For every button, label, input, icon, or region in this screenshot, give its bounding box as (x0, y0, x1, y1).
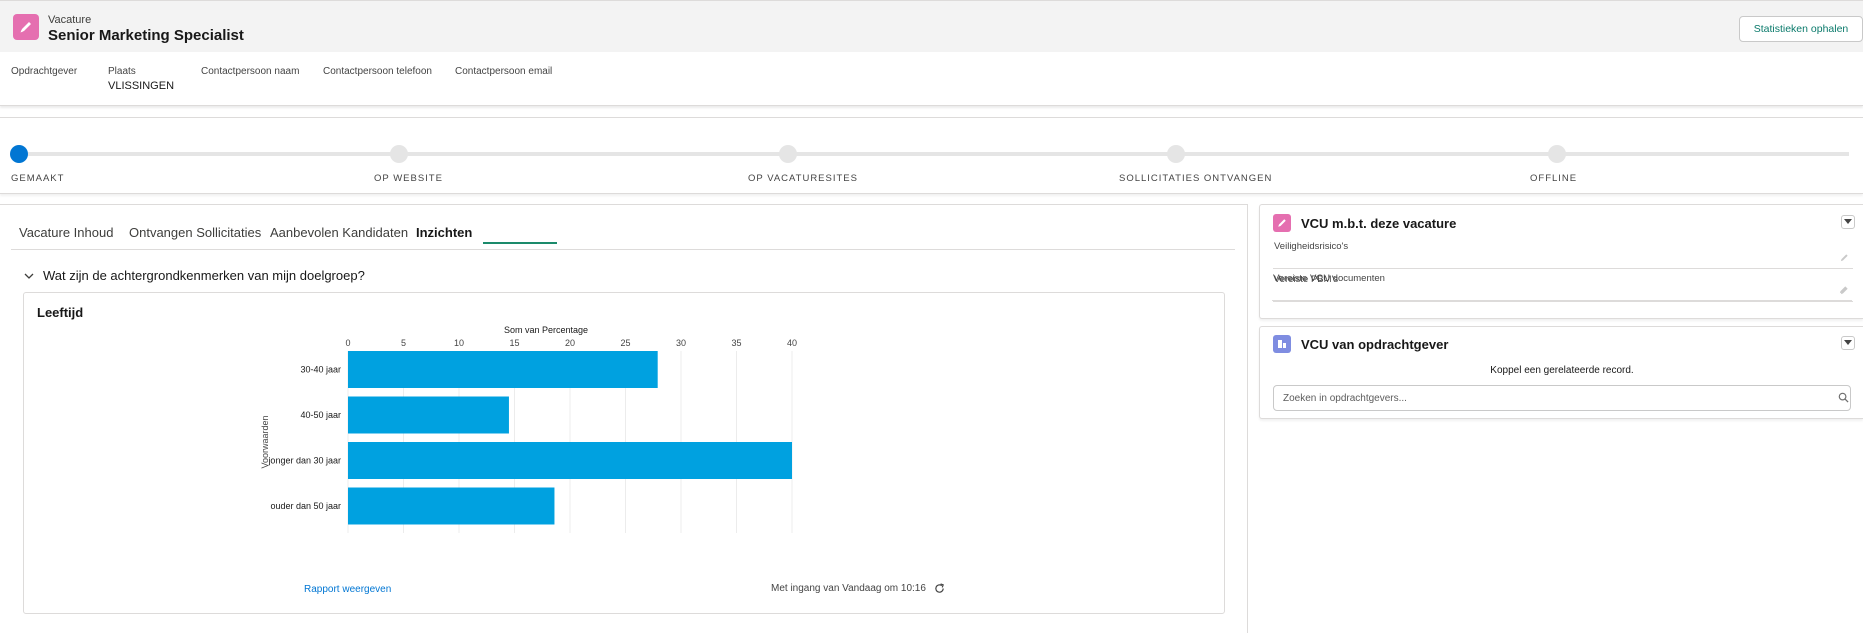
x-tick-label: 30 (676, 338, 686, 348)
highlights-panel: Opdrachtgever Plaats VLISSINGEN Contactp… (0, 52, 1863, 106)
tab-vacature-inhoud[interactable]: Vacature Inhoud (19, 225, 113, 240)
vcu-opdrachtgever-card: VCU van opdrachtgever Koppel een gerelat… (1259, 326, 1863, 419)
as-of-text: Met ingang van Vandaag om 10:16 (771, 583, 926, 594)
x-tick-label: 15 (509, 338, 519, 348)
refresh-icon[interactable] (934, 583, 945, 594)
section-toggle[interactable]: Wat zijn de achtergrondkenmerken van mij… (24, 268, 365, 283)
as-of-timestamp: Met ingang van Vandaag om 10:16 (771, 583, 945, 594)
stats-button[interactable]: Statistieken ophalen (1739, 16, 1863, 42)
active-tab-indicator (483, 242, 557, 244)
path-label-gemaakt: GEMAAKT (11, 173, 65, 184)
record-title: Senior Marketing Specialist (48, 27, 244, 44)
path-label-op-vacaturesites: OP VACATURESITES (748, 173, 858, 184)
bar-chart: Som van Percentage 0 5 10 15 20 25 30 35 40 30-40 … (260, 325, 797, 533)
highlight-label: Contactpersoon email (455, 66, 553, 77)
tab-ontvangen-sollicitaties[interactable]: Ontvangen Sollicitaties (129, 225, 261, 240)
path-label-sollicitaties-ontvangen: SOLLICITATIES ONTVANGEN (1119, 173, 1273, 184)
vcu-vacature-card: VCU m.b.t. deze vacature Veiligheidsrisi… (1259, 204, 1863, 319)
highlight-contact-email: Contactpersoon email (455, 66, 552, 80)
card-menu-button[interactable] (1841, 215, 1855, 229)
record-header: Vacature Senior Marketing Specialist Sta… (0, 0, 1863, 52)
x-tick-label: 35 (731, 338, 741, 348)
edit-pencil-icon[interactable] (1839, 285, 1848, 294)
x-tick-label: 10 (454, 338, 464, 348)
path-stage-offline[interactable] (1548, 145, 1566, 163)
category-label: 30-40 jaar (300, 365, 341, 375)
section-title: Wat zijn de achtergrondkenmerken van mij… (43, 268, 365, 283)
tab-aanbevolen-kandidaten[interactable]: Aanbevolen Kandidaten (270, 225, 408, 240)
highlight-label: Plaats (108, 66, 136, 77)
edit-pencil-icon[interactable] (1840, 253, 1849, 262)
field-label: Vereiste VCU documenten (1273, 273, 1385, 284)
chevron-down-icon (1844, 340, 1852, 345)
report-link[interactable]: Rapport weergeven (304, 584, 391, 595)
empty-state-text: Koppel een gerelateerde record. (1490, 365, 1634, 376)
highlight-value: VLISSINGEN (108, 80, 175, 92)
card-title: VCU van opdrachtgever (1301, 337, 1449, 352)
field-veiligheidsrisicos: Veiligheidsrisico's (1273, 237, 1853, 269)
category-label: 40-50 jaar (300, 410, 341, 420)
highlight-contact-name: Contactpersoon naam (201, 66, 299, 80)
x-axis-label: Som van Percentage (504, 325, 588, 335)
pencil-icon (1273, 214, 1291, 232)
path-label-offline: OFFLINE (1530, 173, 1578, 184)
x-tick-label: 25 (620, 338, 630, 348)
card-menu-button[interactable] (1841, 336, 1855, 350)
highlight-contact-phone: Contactpersoon telefoon (323, 66, 432, 80)
field-label: Veiligheidsrisico's (1274, 241, 1349, 252)
path-progress: GEMAAKT OP WEBSITE OP VACATURESITES SOLL… (0, 117, 1863, 194)
highlight-opdrachtgever: Opdrachtgever (11, 66, 77, 80)
building-icon (1273, 335, 1291, 353)
bar (348, 442, 792, 479)
x-tick-label: 20 (565, 338, 575, 348)
highlight-plaats: Plaats VLISSINGEN (108, 66, 174, 92)
path-stage-sollicitaties-ontvangen[interactable] (1167, 145, 1185, 163)
highlight-label: Contactpersoon telefoon (323, 66, 432, 77)
x-tick-label: 40 (787, 338, 797, 348)
path-stage-op-website[interactable] (390, 145, 408, 163)
search-icon (1838, 392, 1849, 403)
card-title: VCU m.b.t. deze vacature (1301, 216, 1457, 231)
category-label: ouder dan 50 jaar (270, 501, 341, 511)
y-axis-label: Voorwaarden (260, 415, 270, 468)
highlight-label: Opdrachtgever (11, 66, 78, 77)
tab-inzichten[interactable]: Inzichten (416, 225, 472, 240)
path-label-op-website: OP WEBSITE (374, 173, 443, 184)
bar (348, 396, 509, 434)
highlight-label: Contactpersoon naam (201, 66, 300, 77)
path-track (22, 152, 1849, 156)
field-vereiste-vcu-documenten-row: Vereiste VCU documenten (1272, 269, 1852, 301)
x-tick-label: 5 (401, 338, 406, 348)
tab-bar: Vacature Inhoud Ontvangen Sollicitaties … (11, 219, 1235, 250)
pencil-icon (13, 14, 39, 40)
opdrachtgever-search-input[interactable] (1273, 385, 1851, 411)
main-tabset-card: Vacature Inhoud Ontvangen Sollicitaties … (0, 204, 1248, 633)
object-type-label: Vacature (48, 14, 92, 26)
chart-card: Leeftijd Som van Percentage 0 5 10 15 20 25 30 3… (23, 292, 1225, 614)
chevron-down-icon (1844, 219, 1852, 224)
path-stage-gemaakt[interactable] (10, 145, 28, 163)
bar (348, 487, 555, 525)
bar (348, 351, 658, 388)
chevron-down-icon (24, 273, 34, 279)
category-label: jonger dan 30 jaar (267, 456, 341, 466)
x-tick-label: 0 (345, 338, 350, 348)
path-stage-op-vacaturesites[interactable] (779, 145, 797, 163)
